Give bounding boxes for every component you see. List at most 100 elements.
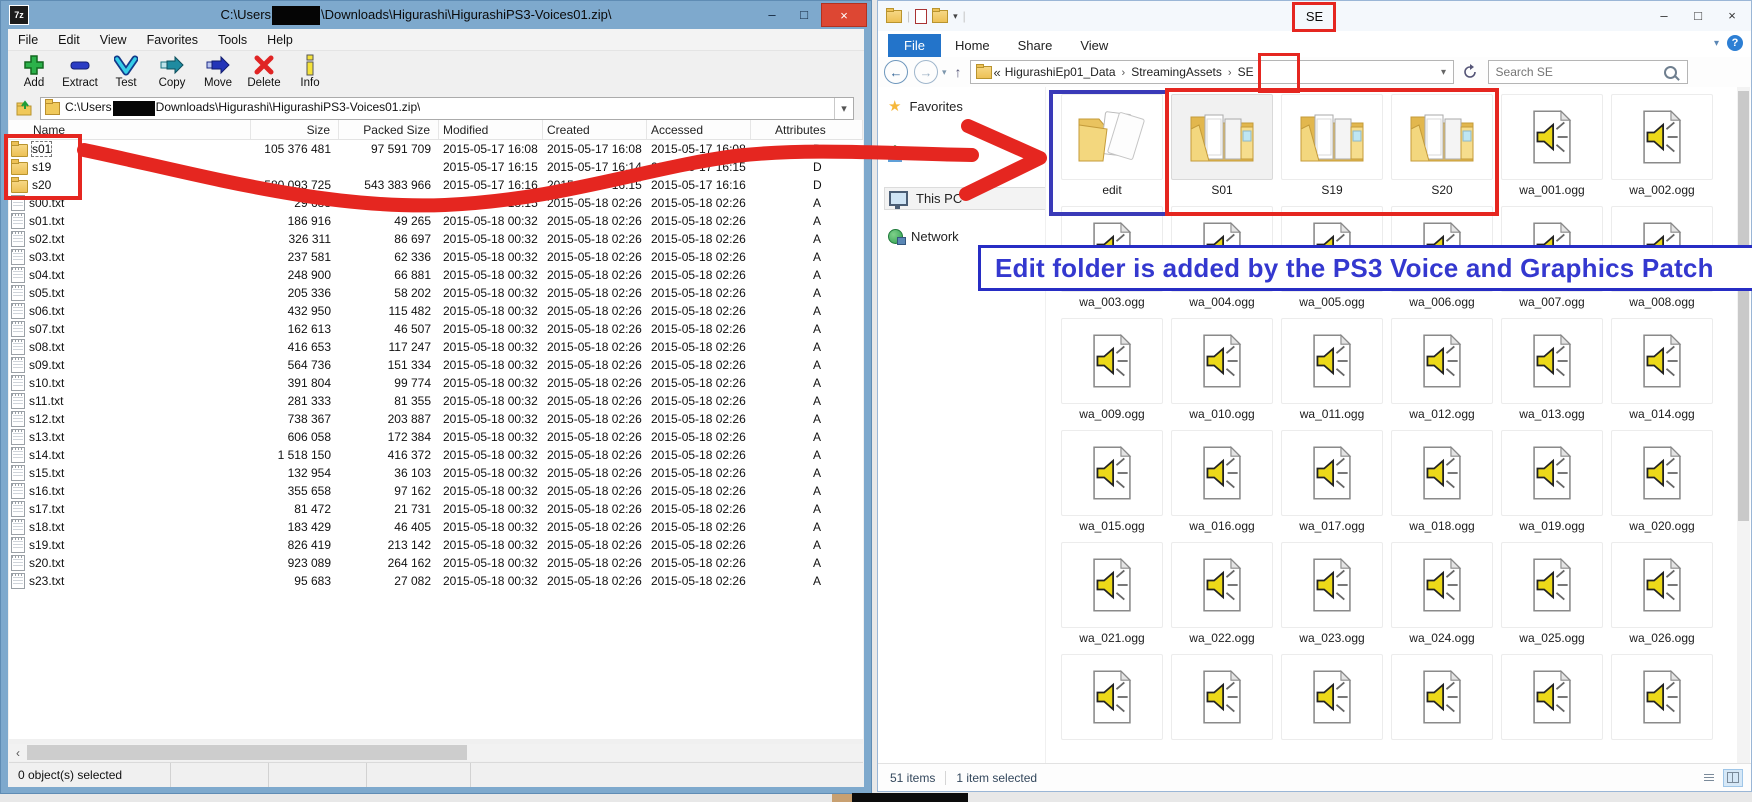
maximize-button[interactable]: □ [789, 3, 819, 25]
close-button[interactable]: × [1719, 5, 1745, 25]
table-row[interactable]: s11.txt281 33381 3552015-05-18 00:322015… [9, 392, 863, 410]
search-box[interactable] [1488, 60, 1688, 84]
ribbon-collapse-icon[interactable]: ▾ [1714, 38, 1719, 49]
sidebar-item-this-pc[interactable]: This PC [884, 187, 1046, 210]
table-row[interactable]: s16.txt355 65897 1622015-05-18 00:322015… [9, 482, 863, 500]
maximize-button[interactable]: □ [1685, 5, 1711, 25]
table-row[interactable]: s18.txt183 42946 4052015-05-18 00:322015… [9, 518, 863, 536]
explorer-titlebar[interactable]: | ▾ | SE – □ × [878, 1, 1751, 31]
tab-view[interactable]: View [1066, 34, 1122, 57]
horizontal-scrollbar[interactable]: ‹ [9, 744, 863, 761]
file-tile-wa_025[interactable]: wa_025.ogg [1497, 542, 1607, 654]
forward-button[interactable]: → [914, 60, 938, 84]
help-icon[interactable]: ? [1727, 35, 1743, 51]
tab-share[interactable]: Share [1004, 34, 1067, 57]
column-header-packed-size[interactable]: Packed Size [339, 120, 439, 139]
folder-properties-icon[interactable] [932, 10, 948, 23]
toolbar-button-info[interactable]: Info [290, 53, 330, 89]
file-tile-wa_019[interactable]: wa_019.ogg [1497, 430, 1607, 542]
file-tile-wa_023[interactable]: wa_023.ogg [1277, 542, 1387, 654]
file-tile-wa_010[interactable]: wa_010.ogg [1167, 318, 1277, 430]
menu-item-file[interactable]: File [18, 33, 38, 47]
column-header-accessed[interactable]: Accessed [647, 120, 751, 139]
table-row[interactable]: s06.txt432 950115 4822015-05-18 00:32201… [9, 302, 863, 320]
column-header-modified[interactable]: Modified [439, 120, 543, 139]
up-button[interactable]: ↑ [955, 64, 962, 80]
new-folder-icon[interactable] [915, 9, 927, 24]
table-row[interactable]: s09.txt564 736151 3342015-05-18 00:32201… [9, 356, 863, 374]
column-header-size[interactable]: Size [251, 120, 339, 139]
folder-tile-edit[interactable]: edit [1057, 94, 1167, 206]
breadcrumb-item-higurashiep01_data[interactable]: HigurashiEp01_Data [1005, 65, 1116, 79]
menu-item-favorites[interactable]: Favorites [147, 33, 198, 47]
table-row[interactable]: s10.txt391 80499 7742015-05-18 00:322015… [9, 374, 863, 392]
table-row[interactable]: s15.txt132 95436 1032015-05-18 00:322015… [9, 464, 863, 482]
sidebar-item-homegroup[interactable]: Homegroup [888, 147, 978, 162]
tab-home[interactable]: Home [941, 34, 1004, 57]
table-row[interactable]: s19.txt826 419213 1422015-05-18 00:32201… [9, 536, 863, 554]
file-tile-wa_001[interactable]: wa_001.ogg [1497, 94, 1607, 206]
menu-item-edit[interactable]: Edit [58, 33, 80, 47]
file-tile-wa_018[interactable]: wa_018.ogg [1387, 430, 1497, 542]
address-dropdown-icon[interactable] [834, 98, 853, 119]
table-row[interactable]: s12.txt738 367203 8872015-05-18 00:32201… [9, 410, 863, 428]
sidebar-item-network[interactable]: Network [888, 229, 959, 244]
close-button[interactable]: × [821, 3, 867, 27]
file-list-header[interactable]: NameSizePacked SizeModifiedCreatedAccess… [9, 120, 863, 140]
folder-icon[interactable] [886, 10, 902, 23]
parent-folder-icon[interactable] [14, 99, 34, 117]
toolbar-button-extract[interactable]: Extract [60, 53, 100, 89]
file-tile-wa_017[interactable]: wa_017.ogg [1277, 430, 1387, 542]
minimize-button[interactable]: – [757, 3, 787, 25]
table-row[interactable]: s14.txt1 518 150416 3722015-05-18 00:322… [9, 446, 863, 464]
breadcrumb-bar[interactable]: « HigurashiEp01_Data›StreamingAssets›SE … [970, 60, 1454, 84]
breadcrumb-item-se[interactable]: SE [1238, 65, 1254, 79]
file-tile-wa_013[interactable]: wa_013.ogg [1497, 318, 1607, 430]
sevenzip-titlebar[interactable]: 7z C:\Users\Downloads\Higurashi\Higurash… [1, 1, 871, 29]
file-tile-wa_012[interactable]: wa_012.ogg [1387, 318, 1497, 430]
table-row[interactable]: s192015-05-17 16:152015-05-17 16:142015-… [9, 158, 863, 176]
address-combobox[interactable]: C:\UsersDownloads\Higurashi\HigurashiPS3… [40, 97, 854, 120]
file-tile-wa_026[interactable]: wa_026.ogg [1607, 542, 1717, 654]
file-tile-wa_020[interactable]: wa_020.ogg [1607, 430, 1717, 542]
column-header-attributes[interactable]: Attributes [751, 120, 863, 139]
search-icon[interactable] [1664, 66, 1677, 79]
thumbnail-view-button[interactable] [1723, 769, 1743, 787]
table-row[interactable]: s02.txt326 31186 6972015-05-18 00:322015… [9, 230, 863, 248]
toolbar-button-test[interactable]: Test [106, 53, 146, 89]
file-tile-clipped[interactable] [1387, 654, 1497, 763]
table-row[interactable]: s01105 376 48197 591 7092015-05-17 16:08… [9, 140, 863, 158]
scrollbar-thumb[interactable] [1738, 91, 1749, 521]
toolbar-button-add[interactable]: Add [14, 53, 54, 89]
sidebar-item-favorites[interactable]: ★Favorites [888, 97, 963, 115]
table-row[interactable]: s00.txt29 6881 5612015-05-17 18:152015-0… [9, 194, 863, 212]
file-tile-clipped[interactable] [1497, 654, 1607, 763]
folder-tile-s19[interactable]: S19 [1277, 94, 1387, 206]
table-row[interactable]: s07.txt162 61346 5072015-05-18 00:322015… [9, 320, 863, 338]
file-tile-wa_015[interactable]: wa_015.ogg [1057, 430, 1167, 542]
menu-item-tools[interactable]: Tools [218, 33, 247, 47]
file-tile-wa_016[interactable]: wa_016.ogg [1167, 430, 1277, 542]
table-row[interactable]: s03.txt237 58162 3362015-05-18 00:322015… [9, 248, 863, 266]
recent-locations-icon[interactable]: ▾ [942, 67, 947, 78]
file-tile-wa_024[interactable]: wa_024.ogg [1387, 542, 1497, 654]
folder-tile-s20[interactable]: S20 [1387, 94, 1497, 206]
table-row[interactable]: s20.txt923 089264 1622015-05-18 00:32201… [9, 554, 863, 572]
back-button[interactable]: ← [884, 60, 908, 84]
file-tile-clipped[interactable] [1167, 654, 1277, 763]
search-input[interactable] [1489, 64, 1664, 80]
toolbar-button-delete[interactable]: Delete [244, 53, 284, 89]
breadcrumb-overflow[interactable]: « [992, 65, 1005, 80]
toolbar-button-copy[interactable]: Copy [152, 53, 192, 89]
file-tile-clipped[interactable] [1607, 654, 1717, 763]
file-tile-clipped[interactable] [1277, 654, 1387, 763]
table-row[interactable]: s08.txt416 653117 2472015-05-18 00:32201… [9, 338, 863, 356]
file-tile-wa_021[interactable]: wa_021.ogg [1057, 542, 1167, 654]
file-tile-wa_011[interactable]: wa_011.ogg [1277, 318, 1387, 430]
refresh-icon[interactable] [1462, 64, 1478, 80]
file-tile-wa_014[interactable]: wa_014.ogg [1607, 318, 1717, 430]
file-tile-clipped[interactable] [1057, 654, 1167, 763]
table-row[interactable]: s01.txt186 91649 2652015-05-18 00:322015… [9, 212, 863, 230]
menu-item-view[interactable]: View [100, 33, 127, 47]
vertical-scrollbar[interactable] [1737, 87, 1750, 763]
